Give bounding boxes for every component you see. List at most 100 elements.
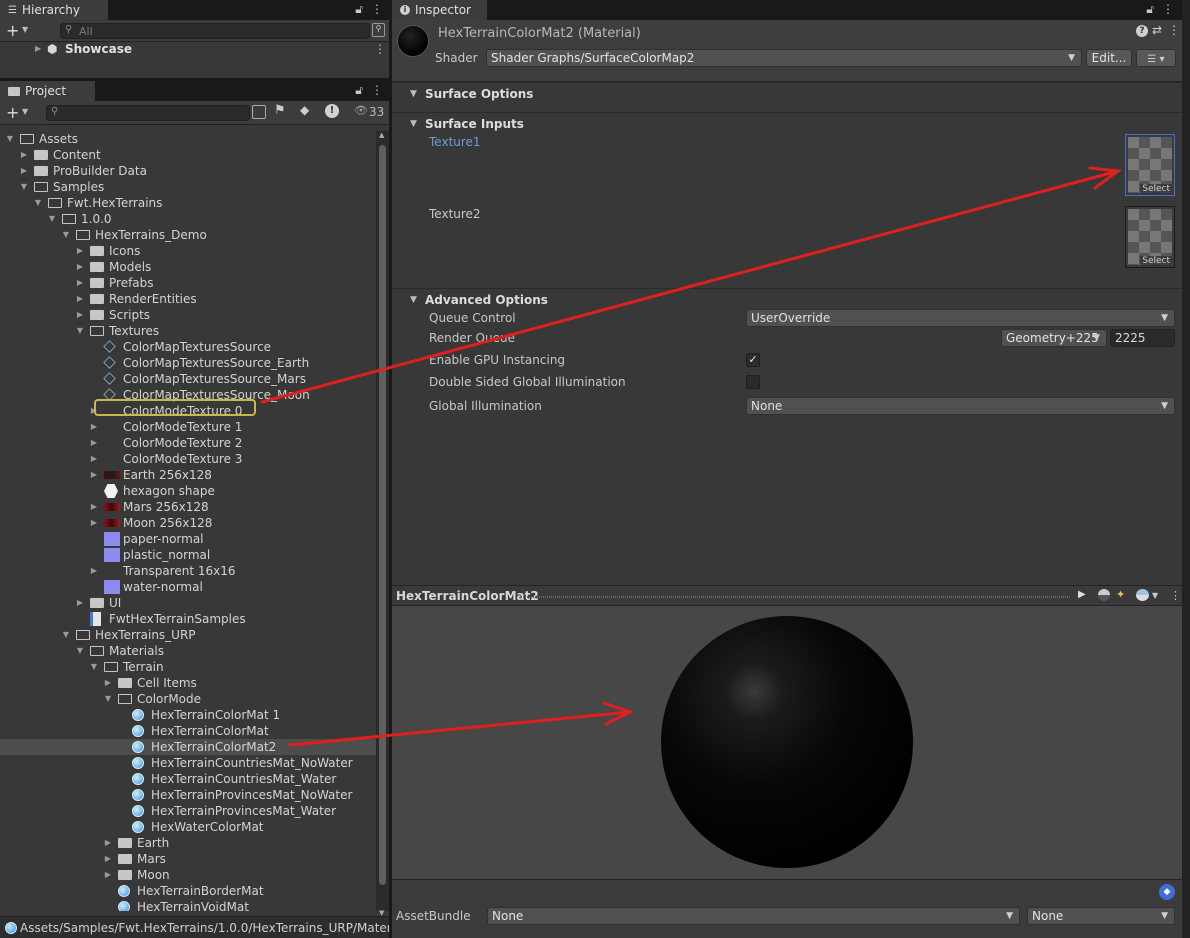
project-scrollbar[interactable]: ▲ ▼ xyxy=(376,131,389,917)
eye-hidden-icon[interactable]: 👁︎ xyxy=(354,104,368,117)
tree-row[interactable]: ▼ Terrain xyxy=(0,659,376,675)
tree-row[interactable]: ▶ Icons xyxy=(0,243,376,259)
tree-row[interactable]: ▶ ColorModeTexture 1 xyxy=(0,419,376,435)
tree-row[interactable]: ▼ Fwt.HexTerrains xyxy=(0,195,376,211)
texture1-select[interactable]: Select xyxy=(1140,184,1172,194)
expanded-arrow-icon[interactable]: ▼ xyxy=(104,691,112,707)
tree-row[interactable]: ▶ UI xyxy=(0,595,376,611)
tab-project[interactable]: Project xyxy=(0,81,95,101)
queue-control-dropdown[interactable]: UserOverride ▼ xyxy=(746,309,1175,327)
tree-row[interactable]: ▶ Moon 256x128 xyxy=(0,515,376,531)
collapsed-arrow-icon[interactable]: ▶ xyxy=(90,563,98,579)
search-filter-icon[interactable]: ⚲ xyxy=(372,23,385,37)
collapsed-arrow-icon[interactable]: ▶ xyxy=(90,451,98,467)
collapsed-arrow-icon[interactable]: ▶ xyxy=(76,243,84,259)
chevron-down-icon[interactable]: ▼ xyxy=(22,107,28,116)
expanded-arrow-icon[interactable]: ▼ xyxy=(48,211,56,227)
tree-row[interactable]: ▼ HexTerrains_Demo xyxy=(0,227,376,243)
tab-hierarchy[interactable]: ☰ Hierarchy xyxy=(0,0,108,20)
tree-row[interactable]: ▶ Earth 256x128 xyxy=(0,467,376,483)
collapsed-arrow-icon[interactable]: ▶ xyxy=(90,419,98,435)
scrollbar-thumb[interactable] xyxy=(379,145,386,885)
tree-row[interactable]: HexTerrainColorMat2 xyxy=(0,739,376,755)
expanded-arrow-icon[interactable]: ▼ xyxy=(20,179,28,195)
tree-row[interactable]: ▶ ColorModeTexture 2 xyxy=(0,435,376,451)
project-search-input[interactable]: ⚲ xyxy=(46,105,250,121)
collapsed-arrow-icon[interactable]: ▶ xyxy=(76,291,84,307)
collapsed-arrow-icon[interactable]: ▶ xyxy=(90,467,98,483)
presets-icon[interactable]: ⇄ xyxy=(1152,23,1162,37)
tree-row[interactable]: ▶ Mars xyxy=(0,851,376,867)
tree-row[interactable]: HexTerrainColorMat xyxy=(0,723,376,739)
tree-row[interactable]: ▶ Earth xyxy=(0,835,376,851)
expand-arrow-icon[interactable]: ▶ xyxy=(35,44,41,53)
tree-row[interactable]: ▶ ColorModeTexture 3 xyxy=(0,451,376,467)
tree-row[interactable]: ▼ ColorMode xyxy=(0,691,376,707)
tree-row[interactable]: HexWaterColorMat xyxy=(0,819,376,835)
drag-handle[interactable] xyxy=(520,596,1070,598)
assetbundle-variant-dropdown[interactable]: None ▼ xyxy=(1027,907,1175,925)
expanded-arrow-icon[interactable]: ▼ xyxy=(76,643,84,659)
tree-row[interactable]: ▶ Transparent 16x16 xyxy=(0,563,376,579)
shader-options-button[interactable]: ☰ ▾ xyxy=(1136,49,1176,67)
collapsed-arrow-icon[interactable]: ▶ xyxy=(90,515,98,531)
help-icon[interactable]: ? xyxy=(1136,25,1148,37)
tree-row[interactable]: ▶ Models xyxy=(0,259,376,275)
render-queue-preset-dropdown[interactable]: Geometry+225 ▼ xyxy=(1001,329,1107,347)
filter-by-type-icon[interactable]: ⚑ xyxy=(274,103,286,118)
tree-row[interactable]: ▶ Cell Items xyxy=(0,675,376,691)
section-surface-inputs[interactable]: ▼ Surface Inputs xyxy=(392,112,1182,134)
tree-row[interactable]: ColorMapTexturesSource_Earth xyxy=(0,355,376,371)
collapsed-arrow-icon[interactable]: ▶ xyxy=(76,275,84,291)
texture2-select[interactable]: Select xyxy=(1140,256,1172,266)
lock-icon[interactable]: 🔓︎ xyxy=(355,83,363,98)
tree-row[interactable]: FwtHexTerrainSamples xyxy=(0,611,376,627)
log-warning-icon[interactable]: ! xyxy=(325,104,339,118)
section-advanced-options[interactable]: ▼ Advanced Options xyxy=(392,288,1182,310)
scene-row[interactable]: ▶ ⬢ Showcase ⋮ xyxy=(0,42,389,58)
collapsed-arrow-icon[interactable]: ▶ xyxy=(90,435,98,451)
component-menu-icon[interactable]: ⋮ xyxy=(1168,23,1180,37)
kebab-menu-icon[interactable]: ⋮ xyxy=(371,2,383,17)
play-icon[interactable]: ▶ xyxy=(1078,589,1086,600)
tree-row[interactable]: paper-normal xyxy=(0,531,376,547)
tree-row[interactable]: ColorMapTexturesSource xyxy=(0,339,376,355)
tree-row[interactable]: ▶ Content xyxy=(0,147,376,163)
tree-row[interactable]: ▼ Materials xyxy=(0,643,376,659)
hierarchy-search-input[interactable]: ⚲ All xyxy=(60,23,370,39)
tree-row[interactable]: HexTerrainBorderMat xyxy=(0,883,376,899)
expanded-arrow-icon[interactable]: ▼ xyxy=(6,131,14,147)
material-preview[interactable] xyxy=(392,606,1182,879)
tree-row[interactable]: HexTerrainCountriesMat_Water xyxy=(0,771,376,787)
expanded-arrow-icon[interactable]: ▼ xyxy=(62,627,70,643)
kebab-menu-icon[interactable]: ⋮ xyxy=(1162,2,1174,17)
tree-row[interactable]: ▼ Textures xyxy=(0,323,376,339)
tree-row[interactable]: ▶ Mars 256x128 xyxy=(0,499,376,515)
double-sided-gi-checkbox[interactable] xyxy=(746,375,760,389)
asset-label-icon[interactable]: ◆ xyxy=(1159,884,1175,900)
collapsed-arrow-icon[interactable]: ▶ xyxy=(20,147,28,163)
skybox-icon[interactable] xyxy=(1136,589,1149,601)
collapsed-arrow-icon[interactable]: ▶ xyxy=(20,163,28,179)
tree-row[interactable]: HexTerrainProvincesMat_NoWater xyxy=(0,787,376,803)
tree-row[interactable]: ▼ Samples xyxy=(0,179,376,195)
chevron-down-icon[interactable]: ▼ xyxy=(1152,591,1158,600)
scene-menu-icon[interactable]: ⋮ xyxy=(374,42,386,56)
preview-sphere-icon[interactable] xyxy=(1098,589,1110,601)
expanded-arrow-icon[interactable]: ▼ xyxy=(76,323,84,339)
texture2-slot[interactable]: Select xyxy=(1125,206,1175,268)
collapsed-arrow-icon[interactable]: ▶ xyxy=(104,851,112,867)
tree-row[interactable]: ▶ RenderEntities xyxy=(0,291,376,307)
tab-inspector[interactable]: i Inspector xyxy=(392,0,487,20)
tree-row[interactable]: water-normal xyxy=(0,579,376,595)
kebab-menu-icon[interactable]: ⋮ xyxy=(371,83,383,98)
collapsed-arrow-icon[interactable]: ▶ xyxy=(104,867,112,883)
tree-row[interactable]: ▶ Moon xyxy=(0,867,376,883)
section-surface-options[interactable]: ▼ Surface Options xyxy=(392,82,1182,104)
edit-shader-button[interactable]: Edit... xyxy=(1086,49,1132,67)
collapsed-arrow-icon[interactable]: ▶ xyxy=(76,307,84,323)
tree-row[interactable]: HexTerrainColorMat 1 xyxy=(0,707,376,723)
scroll-up-icon[interactable]: ▲ xyxy=(379,131,384,139)
texture1-slot[interactable]: Select xyxy=(1125,134,1175,196)
tree-row[interactable]: ▶ ProBuilder Data xyxy=(0,163,376,179)
